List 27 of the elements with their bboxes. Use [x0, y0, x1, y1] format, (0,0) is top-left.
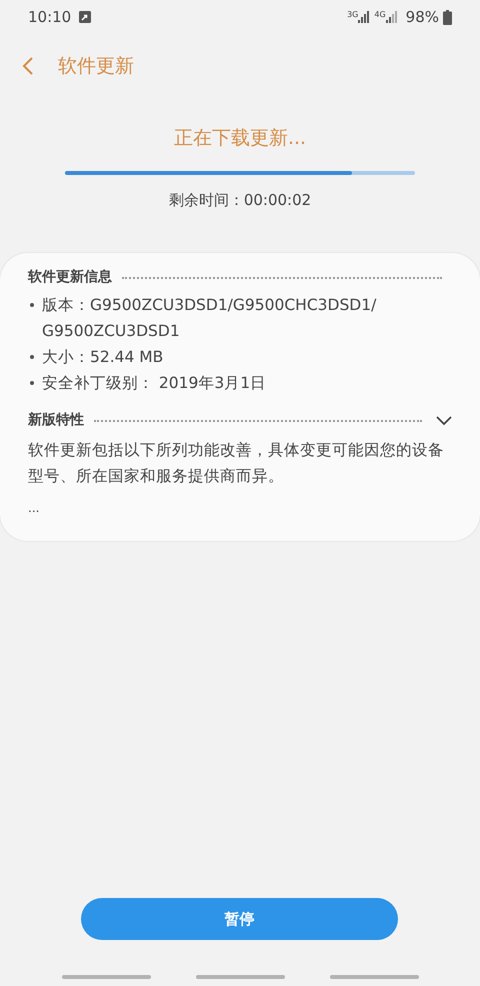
info-item: 大小：52.44 MB	[42, 347, 164, 368]
status-time: 10:10	[28, 6, 72, 28]
nav-bar-indicator[interactable]	[196, 975, 284, 979]
pause-button[interactable]: 暂停	[81, 898, 398, 940]
bullet-icon	[30, 355, 34, 359]
signal-icon	[386, 11, 398, 23]
network-type-label: 3G	[347, 11, 358, 19]
features-description: 软件更新包括以下所列功能改善，具体变更可能因您的设备型号、所在国家和服务提供商而异。	[28, 440, 445, 487]
battery-percentage: 98%	[406, 6, 439, 28]
section-title: 新版特性	[28, 410, 84, 430]
nav-bar-indicator[interactable]	[62, 975, 150, 979]
remaining-time: 剩余时间：00:00:02	[168, 190, 312, 210]
network-type-label: 4G	[374, 11, 386, 19]
back-button[interactable]	[22, 56, 34, 76]
download-status: 正在下载更新...	[172, 126, 308, 151]
signal-icon	[358, 11, 370, 23]
ellipsis-text: ...	[28, 500, 40, 517]
info-item: 版本：G9500ZCU3DSD1/G9500CHC3DSD1/ G9500ZCU3DSD1	[42, 295, 378, 342]
battery-icon	[443, 10, 452, 24]
bullet-icon	[30, 303, 34, 307]
info-item: 安全补丁级别： 2019年3月1日	[42, 373, 266, 394]
page-title: 软件更新	[58, 54, 134, 79]
expand-button[interactable]	[436, 416, 452, 426]
section-title: 软件更新信息	[28, 268, 112, 287]
nav-bar-indicator[interactable]	[330, 975, 418, 979]
bullet-icon	[30, 381, 34, 385]
notification-icon	[79, 11, 92, 23]
